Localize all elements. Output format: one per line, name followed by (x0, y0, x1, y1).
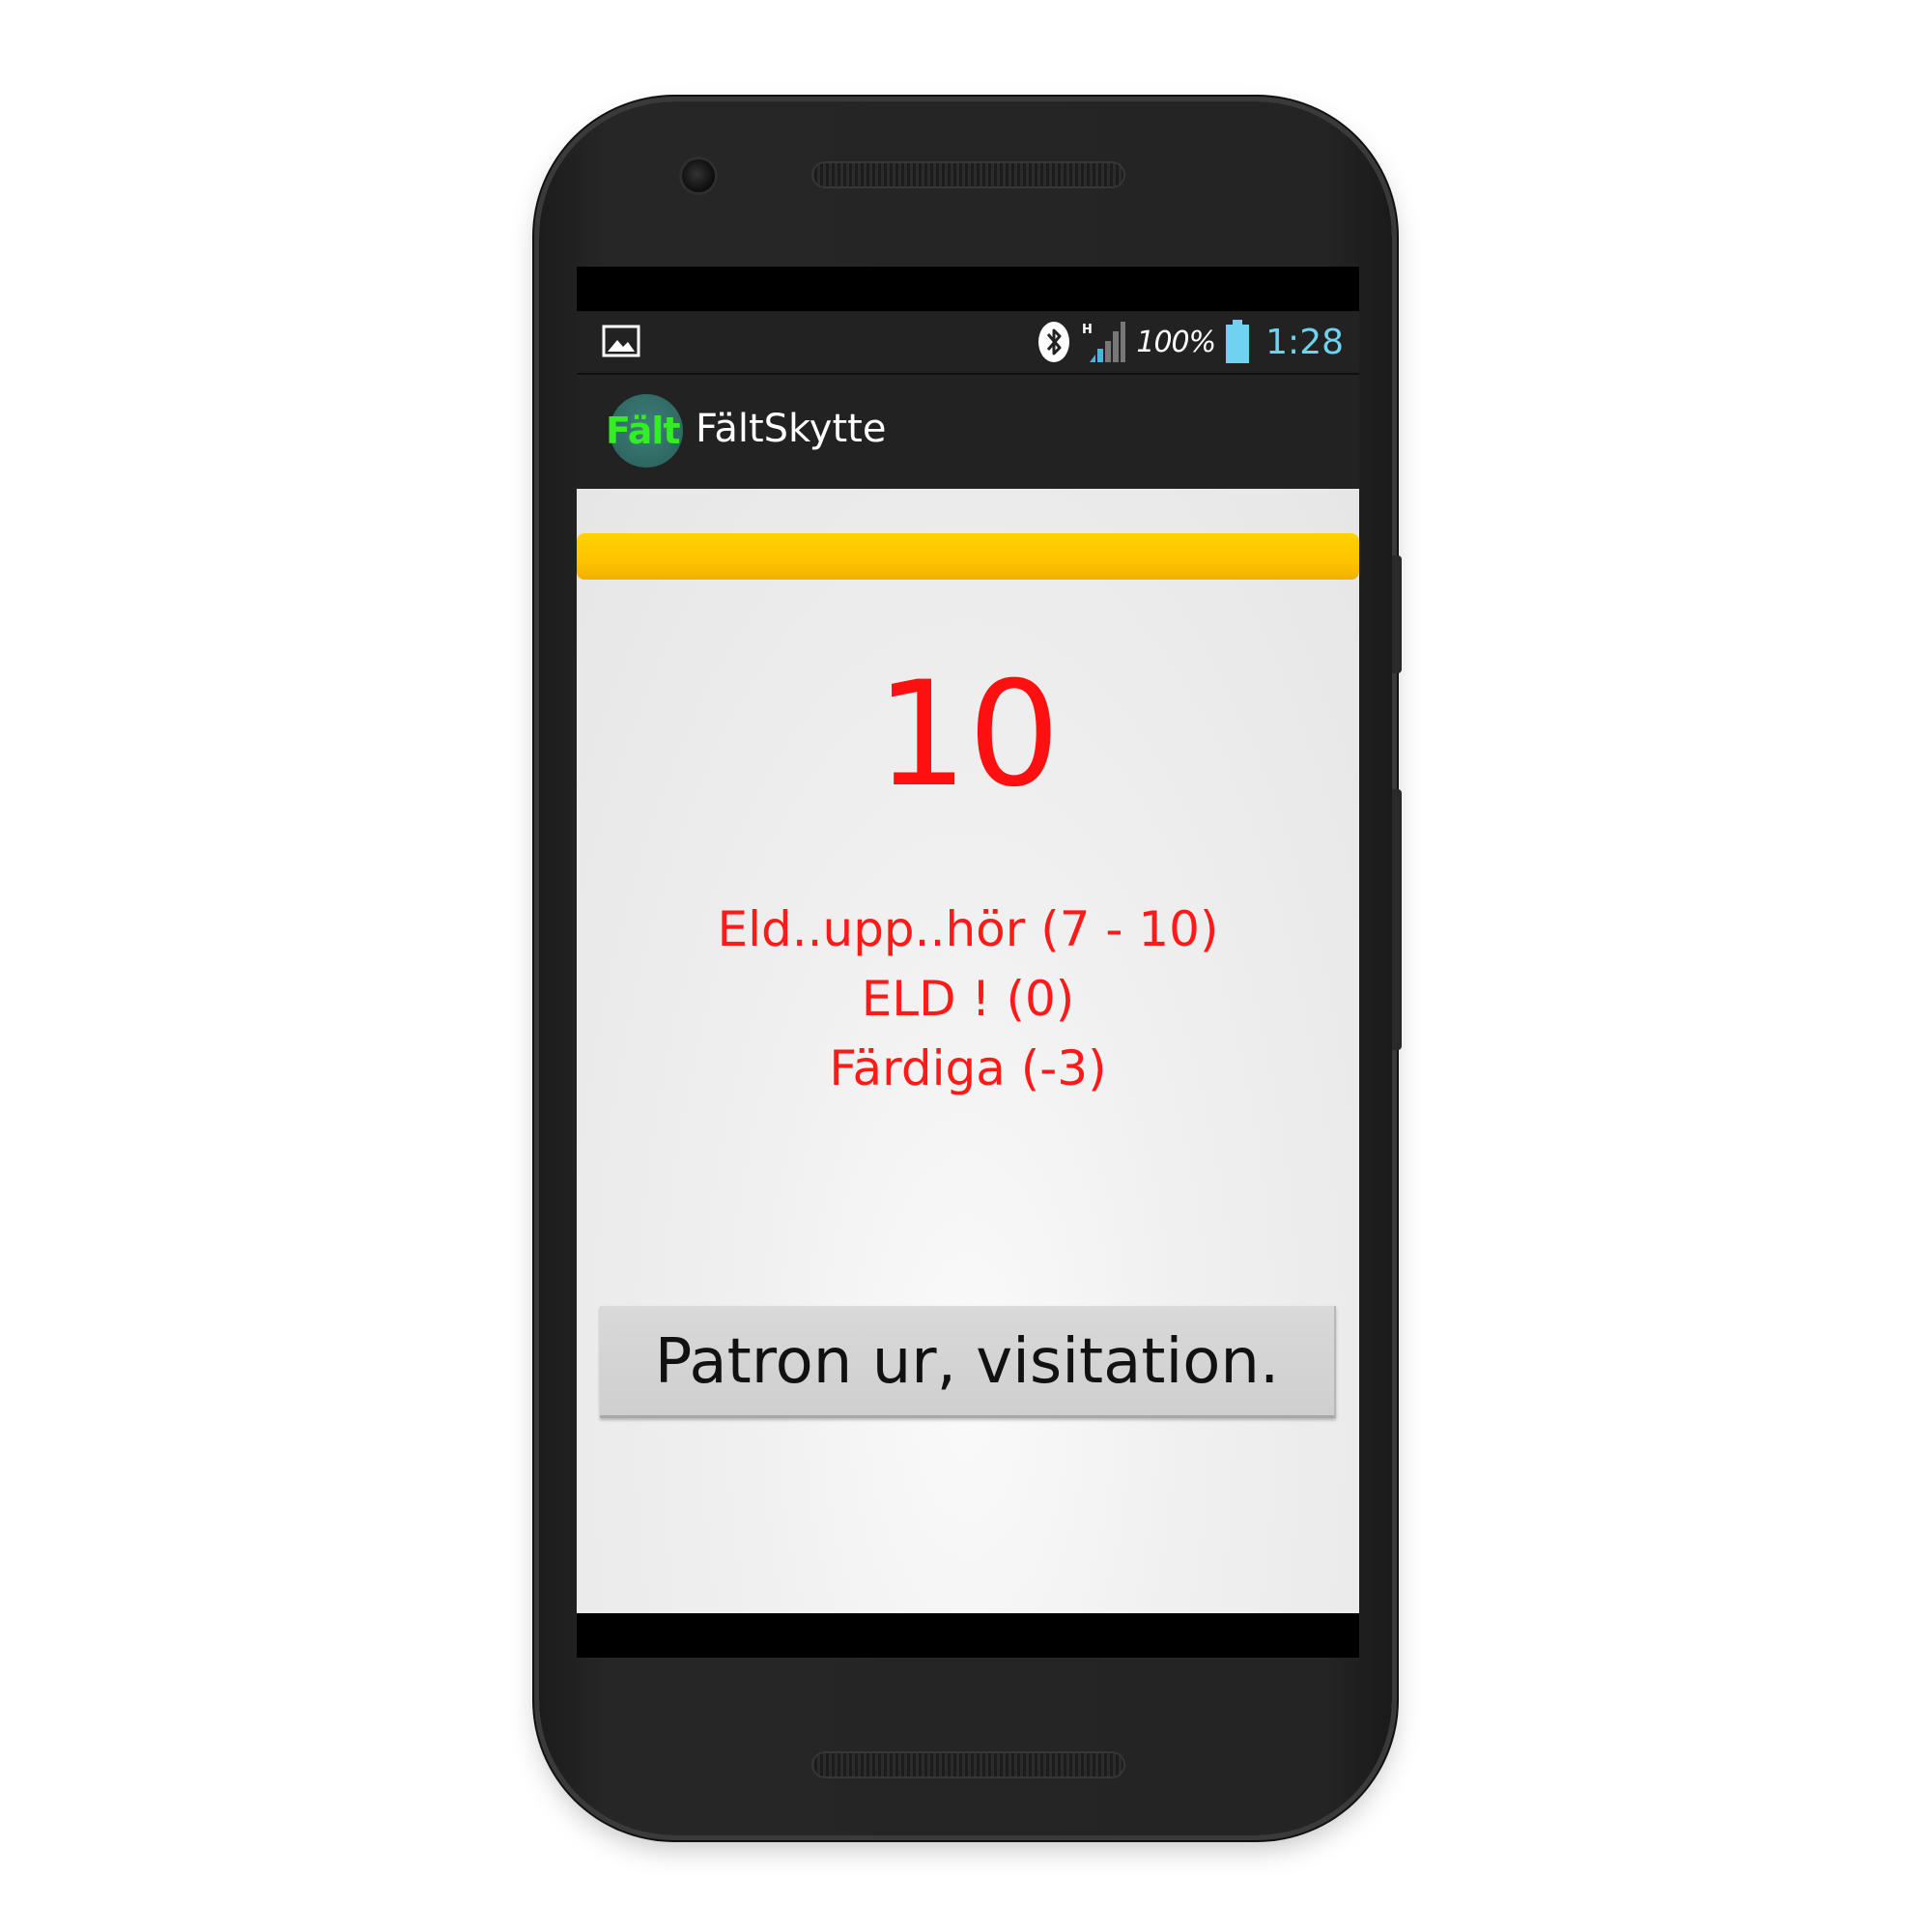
bottom-speaker (811, 1751, 1125, 1778)
status-bar: H 100% 1:28 (577, 311, 1359, 375)
phone-screen: H 100% 1:28 Fält FältSkytte 10 Eld..upp.… (577, 267, 1359, 1658)
app-icon-label: Fält (606, 410, 681, 452)
front-camera (682, 159, 715, 192)
image-icon (602, 325, 640, 357)
unload-inspection-button[interactable]: Patron ur, visitation. (600, 1306, 1336, 1418)
power-button[interactable] (1392, 555, 1402, 673)
earpiece-speaker (811, 161, 1125, 188)
status-clock: 1:28 (1265, 322, 1344, 362)
timer-progress-bar (577, 533, 1359, 580)
battery-icon (1225, 320, 1250, 364)
battery-percentage: 100% (1136, 325, 1216, 359)
command-line-fire: ELD ! (0) (861, 971, 1075, 1027)
volume-rocker[interactable] (1392, 789, 1402, 1050)
countdown-number: 10 (875, 651, 1061, 819)
stage: H 100% 1:28 Fält FältSkytte 10 Eld..upp.… (0, 0, 1932, 1932)
signal-icon: H (1080, 320, 1126, 364)
app-title: FältSkytte (696, 407, 887, 451)
app-icon[interactable]: Fält (606, 394, 683, 468)
status-icons: H 100% 1:28 (1037, 311, 1344, 373)
bluetooth-icon (1037, 321, 1070, 363)
command-line-ready: Färdiga (-3) (829, 1040, 1107, 1096)
command-list: Eld..upp..hör (7 - 10) ELD ! (0) Färdiga… (577, 895, 1359, 1103)
main-content: 10 Eld..upp..hör (7 - 10) ELD ! (0) Färd… (577, 489, 1359, 1613)
signal-type-label: H (1082, 323, 1093, 337)
action-bar: Fält FältSkytte (577, 375, 1359, 489)
command-line-cease-fire: Eld..upp..hör (7 - 10) (717, 901, 1219, 957)
